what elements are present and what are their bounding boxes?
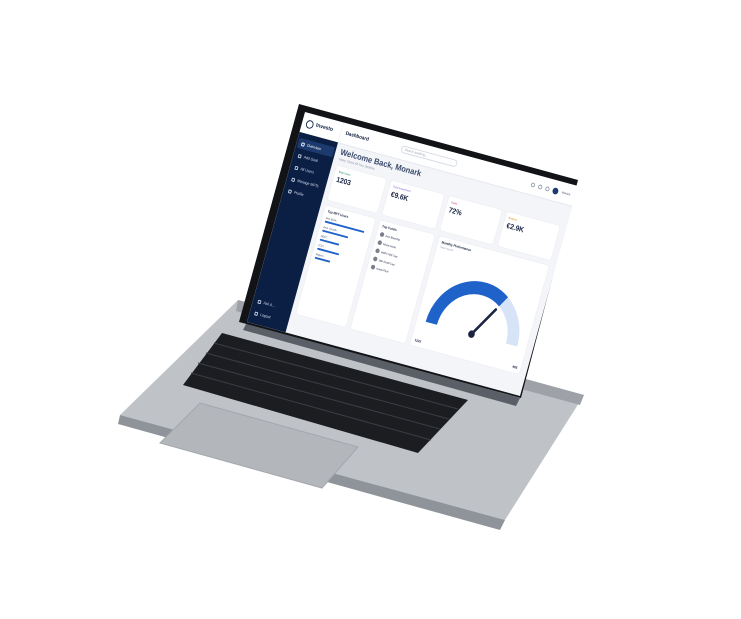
fund-logo-icon [379,231,385,238]
gauge-needle [470,308,498,336]
gauge-max: 985 [512,364,518,370]
stat-card-users: Total Users 1203 [327,165,387,214]
avatar[interactable] [552,186,560,195]
logout-icon [254,311,259,316]
fund-logo-icon [372,256,378,262]
gauge-fill [425,281,509,326]
goal-icon [297,153,302,159]
breadcrumb: Dashboard [344,130,370,143]
user-name: Monark [561,190,571,197]
gauge-min: 1225 [414,338,422,344]
stat-card-returns: Returns €2.9K [497,211,561,261]
sidebar-item-label: All Users [299,166,315,175]
briefcase-icon [291,177,296,182]
bell-icon[interactable] [537,183,544,190]
stat-card-goals: Goals 72% [439,195,503,245]
sidebar-item-label: Overview [306,142,322,152]
grid-icon [300,141,306,147]
fund-logo-icon [377,239,383,246]
users-icon [294,165,299,170]
sidebar-item-label: Add Goal [303,154,319,163]
chat-icon [257,299,262,304]
sidebar-item-label: Manage MFTs [296,178,320,189]
fund-logo-icon [374,248,381,254]
investo-logo-icon [305,118,315,130]
gauge-chart [425,281,520,347]
laptop-mockup-scene: Investo Overview Add Goal All Users Mana… [0,0,741,619]
sidebar-item-label: Profile [293,189,305,198]
settings-icon[interactable] [545,185,551,192]
sidebar-item-label: Logout [259,312,272,320]
sidebar-bottom: Ask A... Logout [248,293,294,329]
sidebar-item-label: Ask A... [262,300,276,308]
brand-name: Investo [315,122,334,133]
chat-icon[interactable] [530,181,537,188]
performance-gauge-panel: Monthly Performance Select Month 1225 98… [409,236,550,375]
fund-logo-icon [370,264,376,270]
top-icons: Monark [530,181,571,198]
stat-card-investment: Total Investment €9.6K [381,180,445,229]
profile-icon [287,188,293,194]
